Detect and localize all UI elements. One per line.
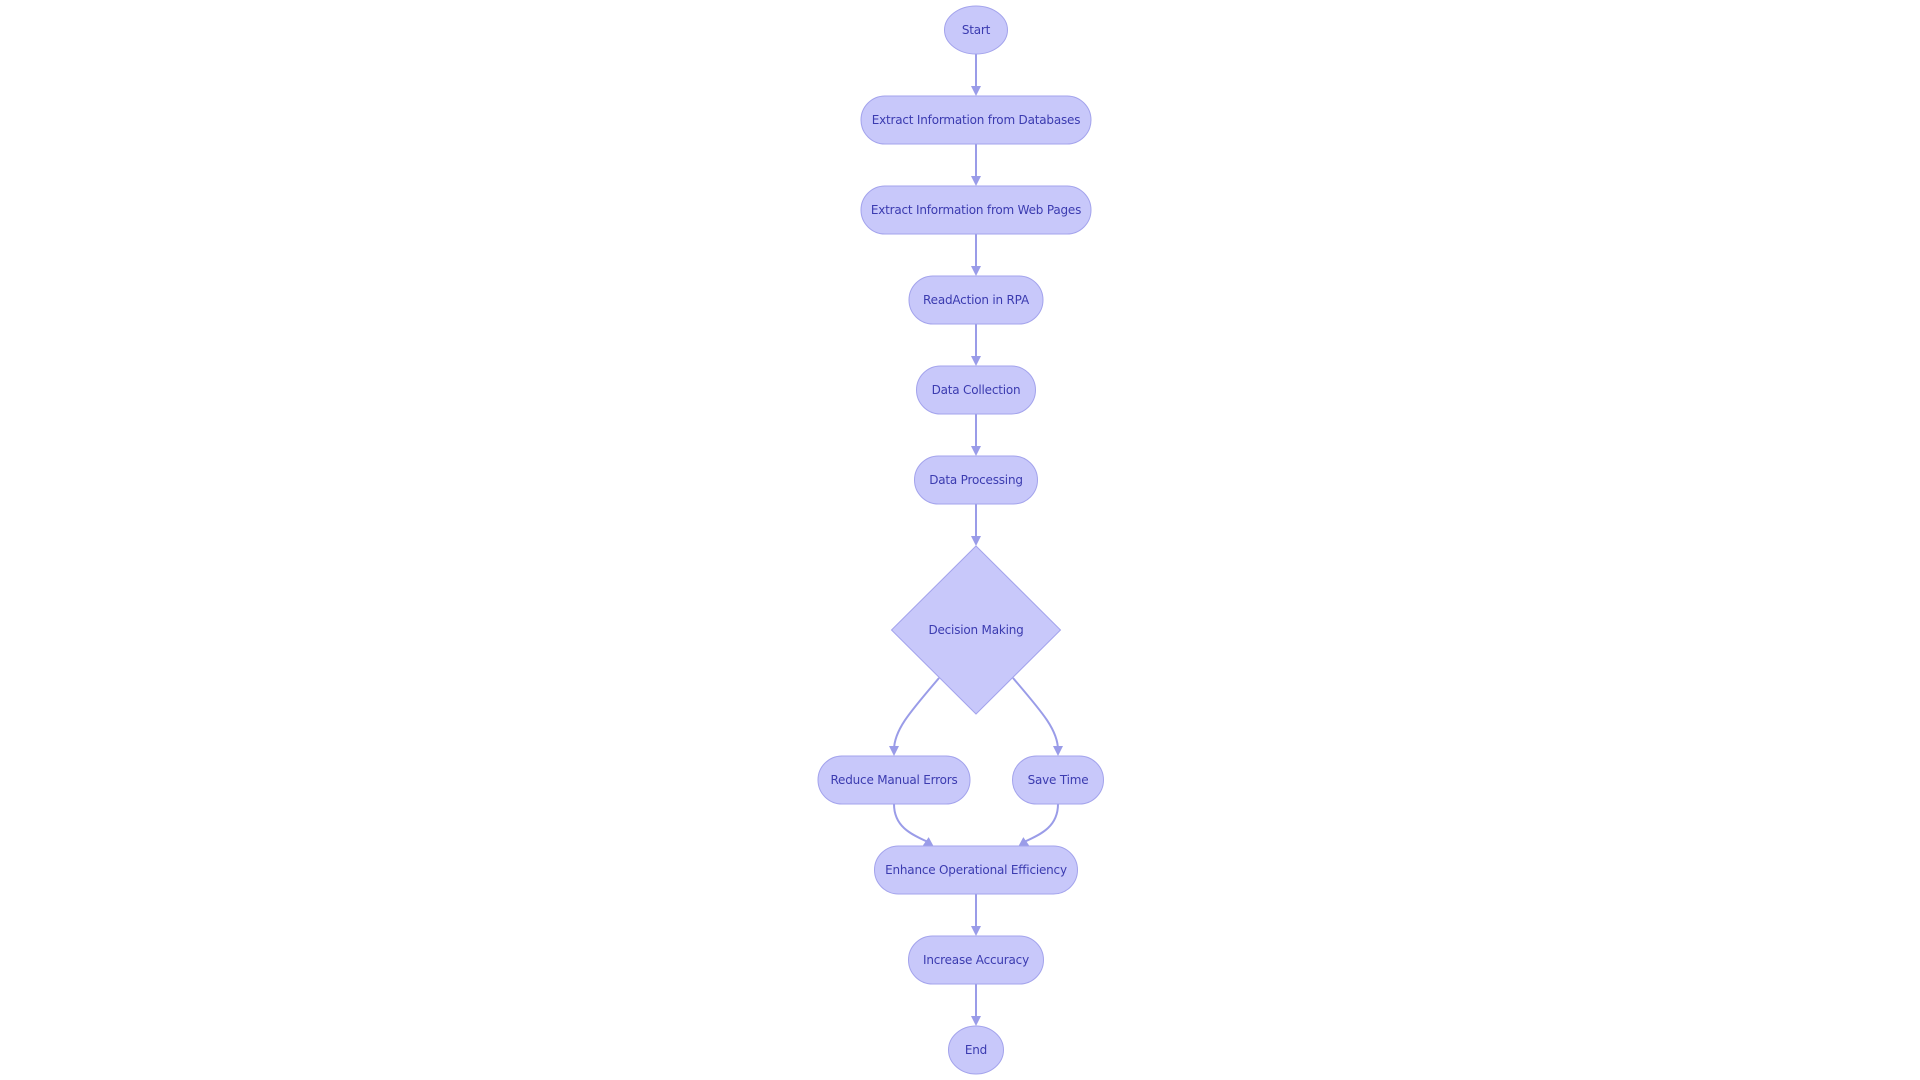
arrowhead-icon: [971, 266, 981, 276]
edge-line: [893, 677, 940, 751]
node-label: End: [965, 1043, 987, 1057]
edge-reduce_errors-to-enhance: [893, 803, 934, 847]
node-label: Enhance Operational Efficiency: [885, 863, 1067, 877]
node-reduce-errors[interactable]: Reduce Manual Errors: [817, 755, 971, 805]
arrowhead-icon: [971, 926, 981, 936]
node-accuracy[interactable]: Increase Accuracy: [908, 935, 1044, 985]
arrowhead-icon: [971, 356, 981, 366]
node-data-processing[interactable]: Data Processing: [914, 455, 1038, 505]
node-label: Data Collection: [932, 383, 1021, 397]
node-end[interactable]: End: [948, 1025, 1004, 1075]
node-readaction[interactable]: ReadAction in RPA: [908, 275, 1044, 325]
arrowhead-icon: [1053, 746, 1063, 756]
arrowhead-icon: [971, 1016, 981, 1026]
node-label: ReadAction in RPA: [923, 293, 1030, 307]
arrowhead-icon: [889, 746, 899, 756]
edge-save_time-to-enhance: [1018, 803, 1059, 847]
node-label: Extract Information from Web Pages: [871, 203, 1081, 217]
edge-extract_db-to-extract_web: [971, 144, 981, 186]
edge-extract_web-to-readaction: [971, 234, 981, 276]
node-save-time[interactable]: Save Time: [1012, 755, 1104, 805]
node-label: Extract Information from Databases: [872, 113, 1081, 127]
edge-line: [1012, 677, 1059, 751]
node-label: Increase Accuracy: [923, 953, 1029, 967]
edge-start-to-extract_db: [971, 54, 981, 96]
edge-accuracy-to-end: [971, 984, 981, 1026]
arrowhead-icon: [971, 176, 981, 186]
node-extract-db[interactable]: Extract Information from Databases: [860, 95, 1092, 145]
arrowhead-icon: [971, 86, 981, 96]
node-decision[interactable]: Decision Making: [890, 545, 1062, 715]
edge-decision-to-save_time: [1012, 677, 1063, 756]
edge-data_collection-to-data_processing: [971, 414, 981, 456]
edge-data_processing-to-decision: [971, 504, 981, 546]
arrowhead-icon: [971, 536, 981, 546]
node-label: Reduce Manual Errors: [830, 773, 957, 787]
node-enhance[interactable]: Enhance Operational Efficiency: [874, 845, 1078, 895]
edge-line: [1023, 803, 1059, 843]
node-start[interactable]: Start: [944, 5, 1008, 55]
nodes-layer: Start Extract Information from Databases E…: [817, 5, 1104, 1075]
edge-decision-to-reduce_errors: [889, 677, 940, 756]
arrowhead-icon: [971, 446, 981, 456]
node-label: Decision Making: [928, 623, 1023, 637]
node-extract-web[interactable]: Extract Information from Web Pages: [860, 185, 1092, 235]
node-data-collection[interactable]: Data Collection: [916, 365, 1036, 415]
flowchart: Start Extract Information from Databases E…: [817, 5, 1104, 1075]
edge-readaction-to-data_collection: [971, 324, 981, 366]
edge-enhance-to-accuracy: [971, 894, 981, 936]
node-label: Save Time: [1028, 773, 1089, 787]
node-label: Data Processing: [929, 473, 1023, 487]
node-label: Start: [962, 23, 991, 37]
edge-line: [893, 803, 929, 843]
